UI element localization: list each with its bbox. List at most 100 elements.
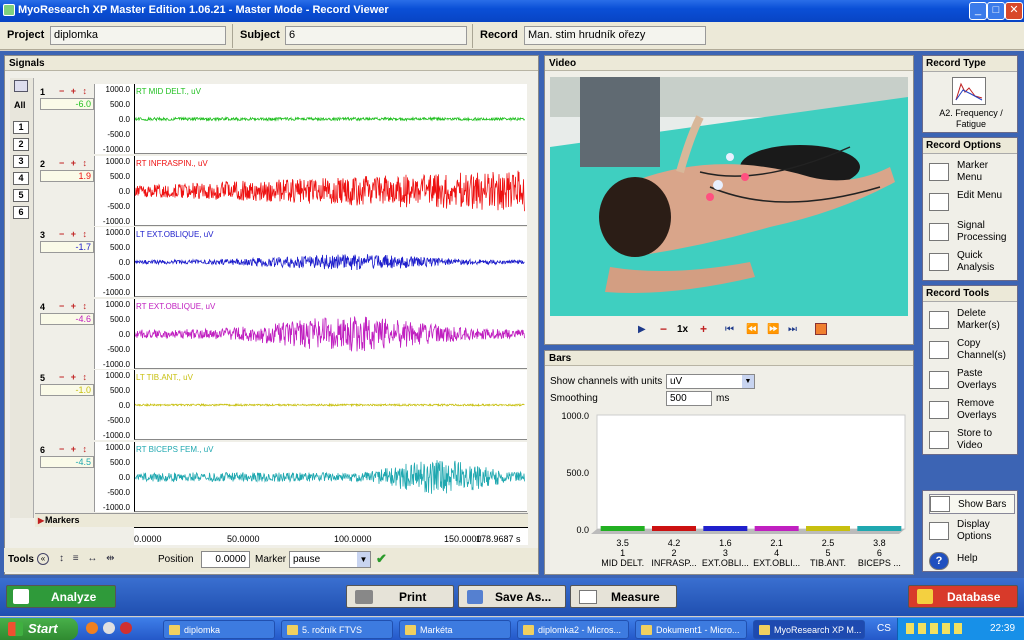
display-options-button[interactable]: Display Options [929, 519, 1015, 547]
chart-category-label: INFRASP... [651, 558, 696, 568]
channel-y-axis: 1000.0 500.0 0.0 -500.0 -1000.0 [95, 84, 134, 154]
action-bar: Analyze Print Save As... Measure Databas… [0, 578, 1024, 616]
channel-button-2[interactable]: 2 [13, 138, 29, 151]
maximize-button[interactable]: □ [987, 2, 1005, 20]
firefox-icon[interactable] [86, 622, 98, 634]
channel-controls[interactable]: − + ↕ [59, 229, 89, 239]
position-input[interactable]: 0.0000 [201, 551, 250, 568]
y-tick: -500.0 [107, 345, 130, 354]
record-field[interactable]: Man. stim hrudník ořezy [524, 26, 706, 45]
units-select-value: uV [670, 376, 683, 387]
zoom-tools-icon[interactable]: ↕ ≡ ↔ ⇹ [59, 553, 118, 564]
video-panel: Video ▶ − 1x + ⏮ ⏪ ⏩ ⏭ [544, 55, 914, 345]
speed-down-button[interactable]: − [660, 322, 667, 336]
video-export-icon[interactable] [815, 323, 827, 335]
channel-controls[interactable]: − + ↕ [59, 444, 89, 454]
taskbar-item[interactable]: Markéta [399, 620, 511, 639]
edit-menu-label: Edit Menu [957, 190, 1003, 201]
start-button[interactable]: Start [0, 618, 78, 640]
taskbar-item-active[interactable]: MyoResearch XP M... [753, 620, 865, 639]
record-options-box: Record Options Marker Menu Edit Menu Sig… [922, 137, 1018, 281]
channel-controls[interactable]: − + ↕ [59, 372, 89, 382]
measure-button[interactable]: Measure [570, 585, 677, 608]
frequency-fatigue-icon[interactable] [952, 77, 986, 105]
remove-overlays-button[interactable]: Remove Overlays [929, 398, 1015, 426]
tray-icons[interactable] [906, 623, 966, 634]
chart-value-label: 3.8 [873, 538, 886, 548]
channel-plot[interactable]: RT INFRASPIN., uV [134, 156, 527, 226]
y-tick: 0.0 [118, 115, 130, 124]
store-to-video-label: Store to Video [957, 428, 993, 451]
skip-start-icon[interactable]: ⏮ [725, 324, 734, 335]
chart-value-label: 4.2 [668, 538, 681, 548]
analyze-icon [13, 589, 29, 604]
paste-overlays-button[interactable]: Paste Overlays [929, 368, 1015, 396]
channel-controls[interactable]: − + ↕ [59, 86, 89, 96]
channel-number: 5 [40, 373, 46, 383]
y-tick: -500.0 [107, 273, 130, 282]
taskbar-item[interactable]: 5. ročník FTVS [281, 620, 393, 639]
channel-button-4[interactable]: 4 [13, 172, 29, 185]
browser-icon[interactable] [103, 622, 115, 634]
collapse-icon[interactable]: « [37, 553, 49, 565]
signal-processing-button[interactable]: Signal Processing [929, 220, 1015, 248]
record-info-bar: Project diplomka Subject 6 Record Man. s… [0, 22, 1024, 50]
channel-plot[interactable]: RT MID DELT., uV [134, 84, 527, 154]
chevron-down-icon[interactable]: ▼ [357, 552, 370, 567]
step-forward-icon[interactable]: ⏩ [767, 324, 779, 335]
all-channels-button[interactable]: All [14, 100, 26, 110]
analyze-button[interactable]: Analyze [6, 585, 116, 608]
y-tick: -1000.0 [102, 360, 130, 369]
display-options-label: Display Options [957, 519, 992, 542]
overlay-icon[interactable] [14, 80, 28, 92]
save-as-button[interactable]: Save As... [458, 585, 566, 608]
marker-select[interactable]: pause ▼ [289, 551, 371, 568]
record-tools-title: Record Tools [923, 286, 1017, 302]
channel-label: LT TIB.ANT., uV [136, 373, 193, 382]
show-bars-button[interactable]: Show Bars [929, 494, 1015, 514]
step-back-icon[interactable]: ⏪ [746, 324, 758, 335]
y-tick: 0.0 [118, 258, 130, 267]
marker-menu-button[interactable]: Marker Menu [929, 160, 1015, 188]
chevron-down-icon[interactable]: ▼ [742, 375, 754, 388]
channel-controls[interactable]: − + ↕ [59, 301, 89, 311]
taskbar-item[interactable]: diplomka [163, 620, 275, 639]
channel-button-1[interactable]: 1 [13, 121, 29, 134]
store-to-video-button[interactable]: Store to Video [929, 428, 1015, 456]
units-select[interactable]: uV ▼ [666, 374, 755, 389]
copy-channels-button[interactable]: Copy Channel(s) [929, 338, 1015, 366]
channel-button-5[interactable]: 5 [13, 189, 29, 202]
y-tick: -500.0 [107, 416, 130, 425]
speed-up-button[interactable]: + [700, 322, 707, 336]
markers-row[interactable]: ▶ Markers [35, 513, 528, 527]
language-indicator[interactable]: CS [877, 623, 891, 634]
remove-overlays-icon [929, 401, 949, 419]
taskbar-item[interactable]: diplomka2 - Micros... [517, 620, 629, 639]
confirm-check-icon[interactable]: ✔ [376, 551, 387, 567]
edit-menu-button[interactable]: Edit Menu [929, 190, 1015, 218]
delete-markers-button[interactable]: Delete Marker(s) [929, 308, 1015, 336]
channel-plot[interactable]: RT EXT.OBLIQUE, uV [134, 299, 527, 369]
channel-controls[interactable]: − + ↕ [59, 158, 89, 168]
channel-plot[interactable]: LT EXT.OBLIQUE, uV [134, 227, 527, 297]
remove-overlays-label: Remove Overlays [957, 398, 997, 421]
quick-analysis-button[interactable]: Quick Analysis [929, 250, 1015, 278]
close-button[interactable]: ✕ [1005, 2, 1023, 20]
channel-button-3[interactable]: 3 [13, 155, 29, 168]
skip-end-icon[interactable]: ⏭ [788, 324, 797, 335]
minimize-button[interactable]: _ [969, 2, 987, 20]
play-icon[interactable]: ▶ [638, 324, 646, 335]
channel-plot[interactable]: RT BICEPS FEM., uV [134, 442, 527, 512]
smoothing-input[interactable]: 500 [666, 391, 712, 406]
print-button[interactable]: Print [346, 585, 454, 608]
channel-plot[interactable]: LT TIB.ANT., uV [134, 370, 527, 440]
project-field[interactable]: diplomka [50, 26, 226, 45]
help-button[interactable]: ? Help [929, 549, 1015, 577]
database-button[interactable]: Database [908, 585, 1018, 608]
channel-button-6[interactable]: 6 [13, 206, 29, 219]
taskbar-item[interactable]: Dokument1 - Micro... [635, 620, 747, 639]
media-icon[interactable] [120, 622, 132, 634]
print-label: Print [399, 590, 427, 604]
subject-field[interactable]: 6 [285, 26, 467, 45]
y-tick: 500.0 [109, 315, 130, 324]
